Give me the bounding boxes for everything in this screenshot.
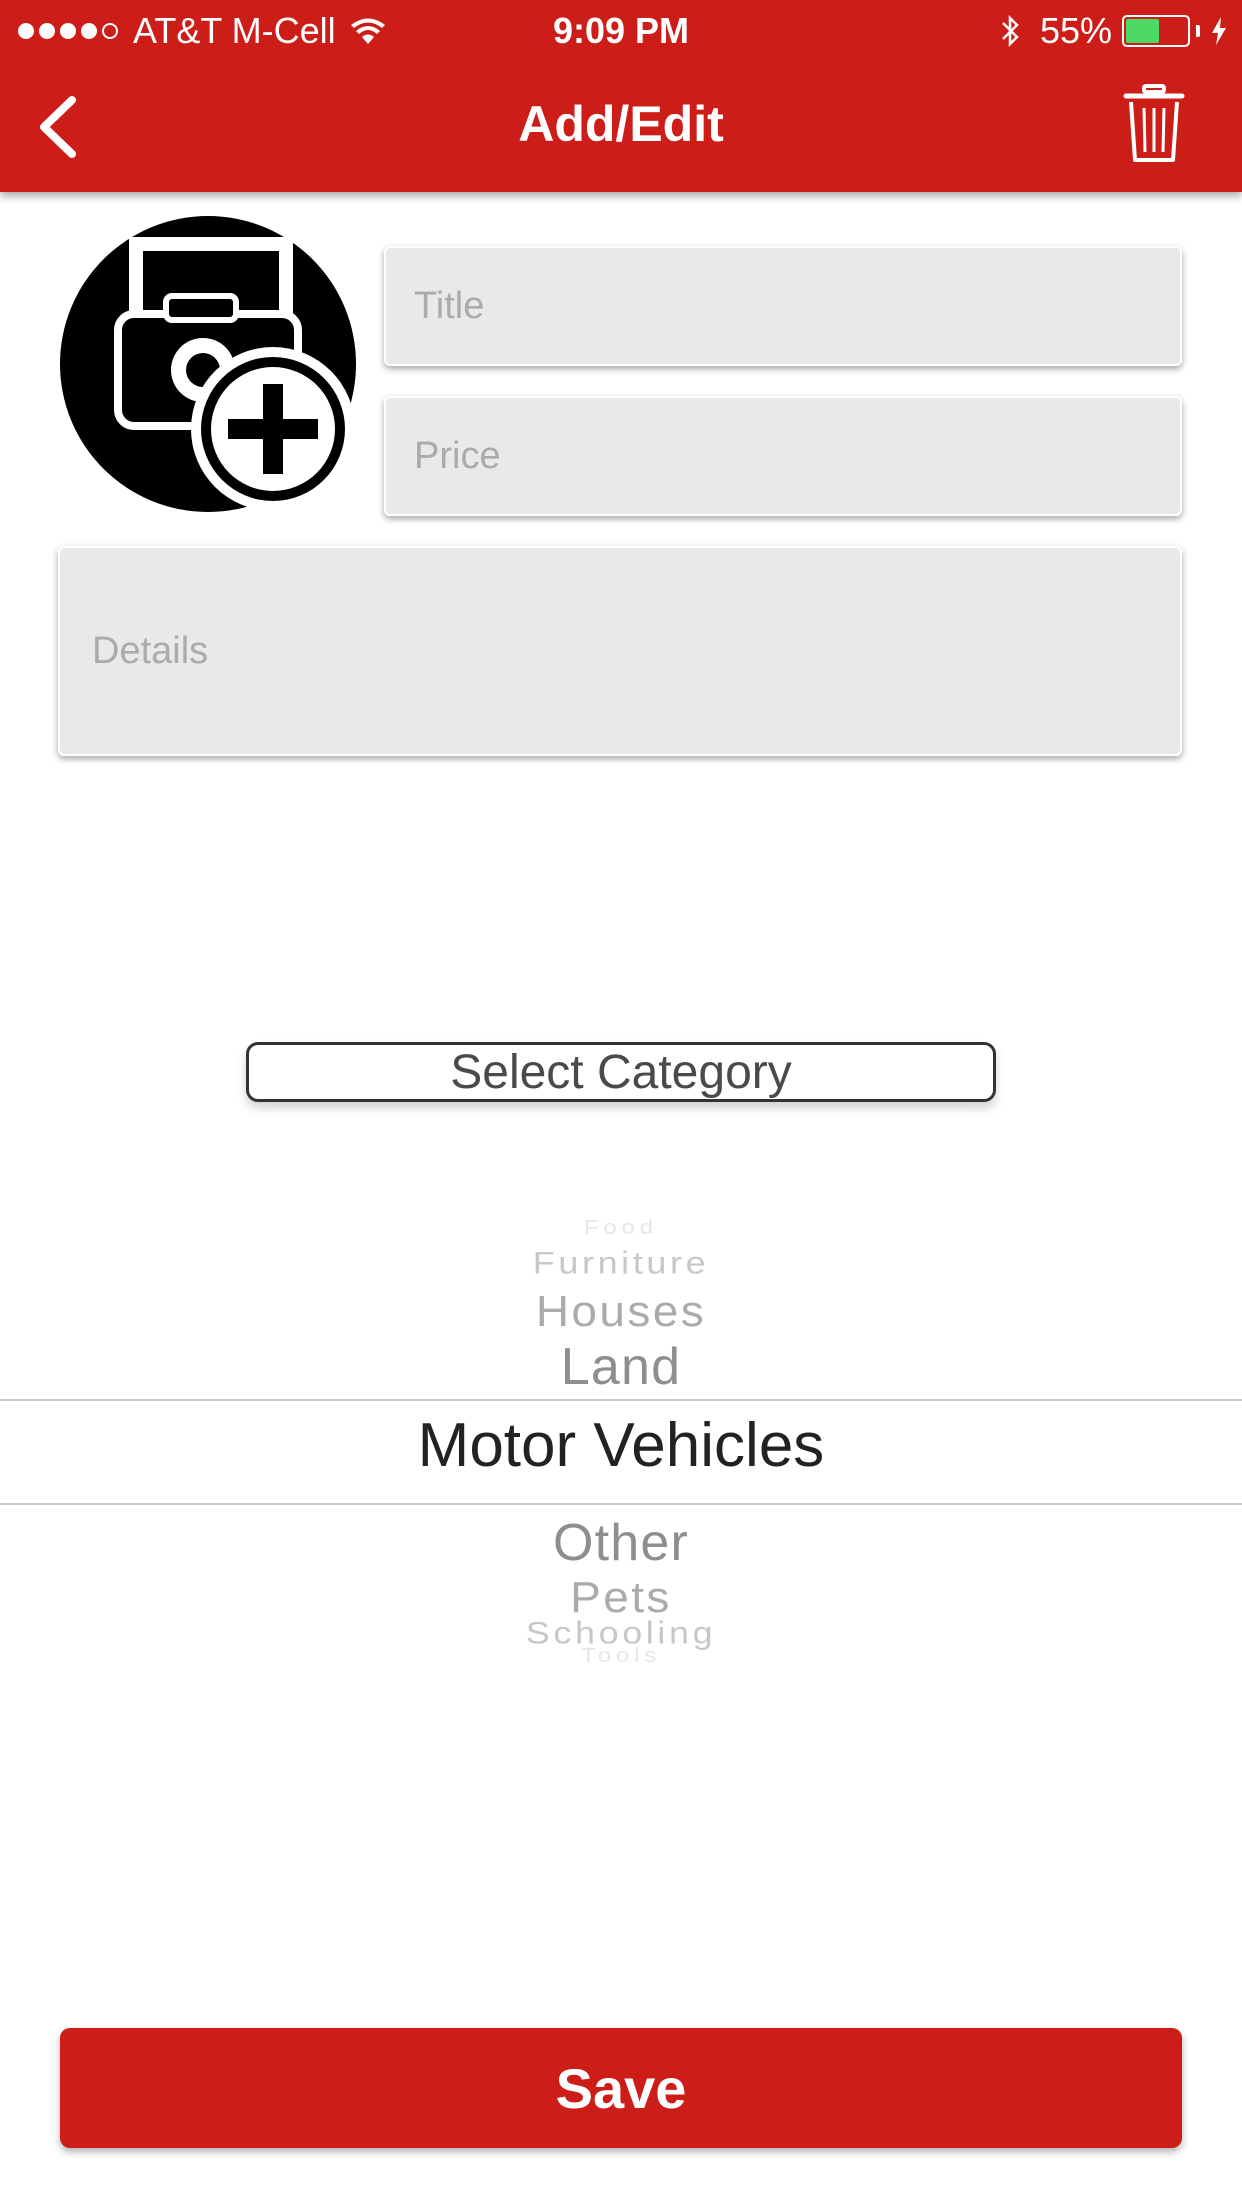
- details-placeholder: Details: [92, 629, 209, 672]
- app-bar: AT&T M-Cell 9:09 PM 55% Add/Edit: [0, 0, 1242, 192]
- price-field[interactable]: Price: [384, 396, 1182, 516]
- picker-item[interactable]: Houses: [0, 1285, 1242, 1336]
- picker-item-selected[interactable]: Motor Vehicles: [0, 1410, 1242, 1481]
- picker-selection-top-line: [0, 1399, 1242, 1401]
- status-bar: AT&T M-Cell 9:09 PM 55%: [0, 0, 1242, 62]
- select-category-button[interactable]: Select Category: [246, 1042, 996, 1102]
- picker-item[interactable]: Tools: [0, 1644, 1242, 1667]
- page-title: Add/Edit: [518, 96, 724, 152]
- battery-percent: 55%: [1039, 10, 1112, 51]
- battery-icon: [1122, 15, 1190, 47]
- price-placeholder: Price: [414, 434, 501, 477]
- trash-icon[interactable]: [1122, 84, 1186, 164]
- category-picker[interactable]: Food Furniture Houses Land Motor Vehicles Oth…: [0, 1170, 1242, 1730]
- title-placeholder: Title: [414, 284, 485, 327]
- picker-item[interactable]: Food: [0, 1216, 1242, 1239]
- picker-selection-bottom-line: [0, 1503, 1242, 1505]
- picker-item[interactable]: Furniture: [0, 1245, 1242, 1282]
- picker-item[interactable]: Other: [0, 1513, 1242, 1573]
- battery-tip: [1196, 25, 1200, 37]
- details-field[interactable]: Details: [58, 546, 1182, 756]
- status-right: 55%: [1000, 10, 1228, 52]
- bluetooth-icon: [1002, 14, 1019, 48]
- save-button[interactable]: Save: [60, 2028, 1182, 2148]
- charging-bolt-icon: [1212, 17, 1226, 45]
- picker-item[interactable]: Land: [0, 1337, 1242, 1397]
- add-photo-icon[interactable]: [58, 214, 358, 514]
- battery-fill: [1126, 19, 1159, 43]
- title-field[interactable]: Title: [384, 246, 1182, 366]
